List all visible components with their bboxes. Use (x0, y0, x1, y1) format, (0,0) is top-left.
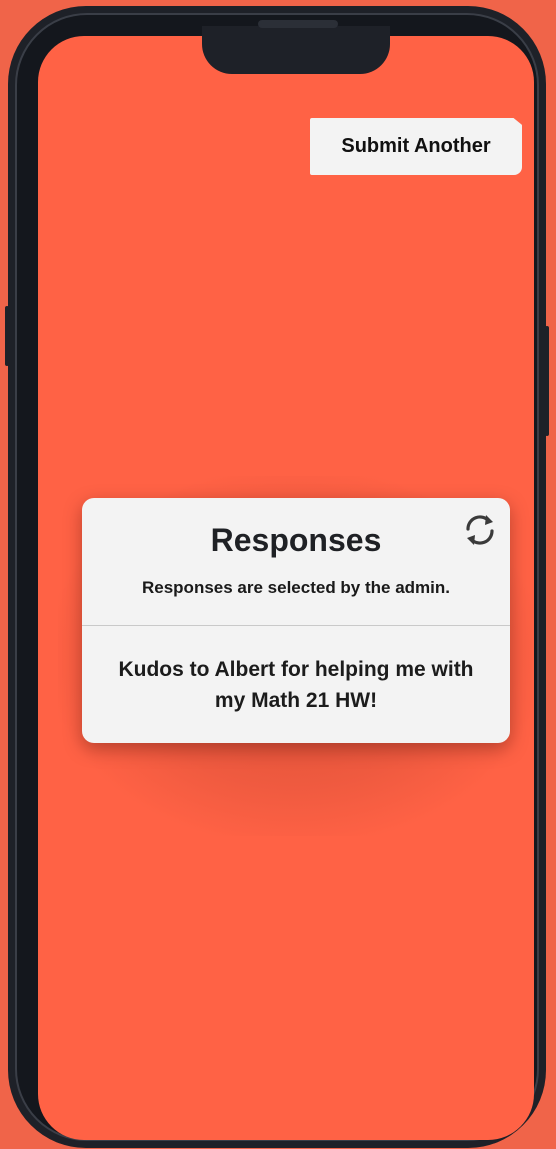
page: Submit Another Responses Responses are s… (0, 0, 556, 1149)
refresh-icon[interactable] (462, 512, 498, 548)
phone-frame: Submit Another Responses Responses are s… (5, 6, 549, 1148)
response-text: Kudos to Albert for helping me with my M… (118, 658, 474, 712)
phone-notch (202, 26, 390, 74)
side-button (5, 306, 9, 366)
side-button (545, 326, 549, 436)
card-subtitle: Responses are selected by the admin. (141, 578, 450, 597)
divider (82, 625, 510, 626)
phone-screen: Submit Another Responses Responses are s… (38, 36, 534, 1140)
card-title: Responses (210, 522, 382, 558)
phone-speaker (258, 20, 338, 28)
responses-card: Responses Responses are selected by the … (82, 498, 510, 743)
submit-another-button[interactable]: Submit Another (310, 118, 522, 175)
